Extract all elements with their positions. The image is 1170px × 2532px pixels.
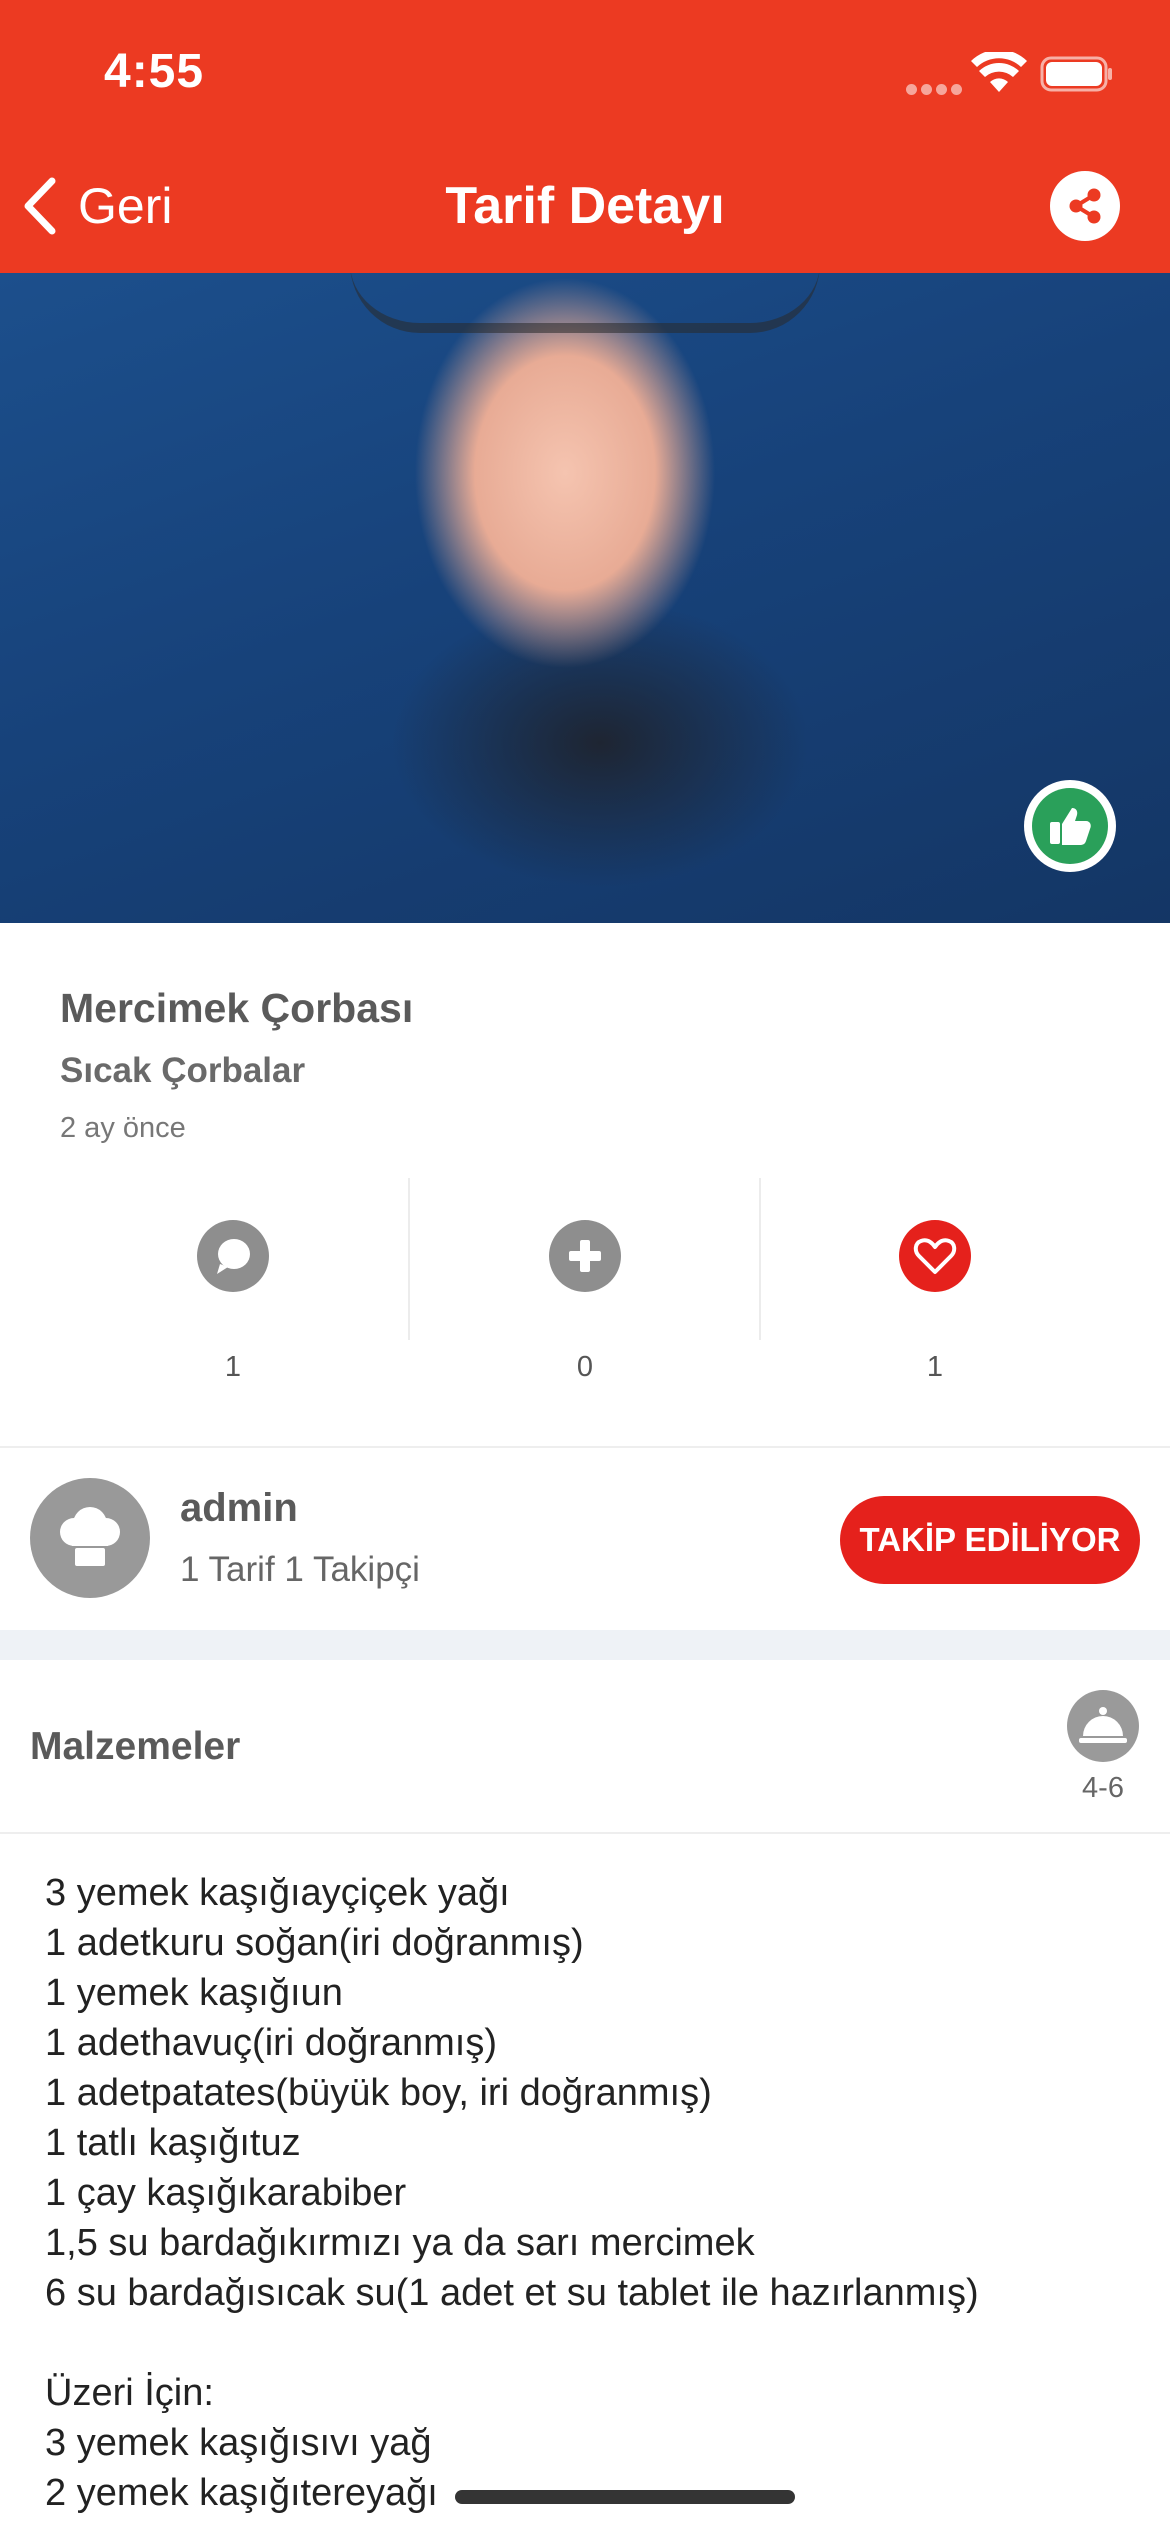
chef-hat-icon — [60, 1507, 120, 1566]
top-bar: 4:55 Geri Tarif Detayı — [0, 0, 1170, 273]
cellular-signal-icon — [906, 82, 966, 100]
ingredient-line: 1,5 su bardağıkırmızı ya da sarı mercime… — [45, 2222, 755, 2264]
ingredient-section-heading: Üzeri İçin: — [45, 2372, 214, 2414]
page-title: Tarif Detayı — [445, 177, 725, 235]
add-button[interactable] — [549, 1220, 621, 1292]
ingredient-line: 1 yemek kaşığıun — [45, 1972, 343, 2014]
stat-divider — [759, 1178, 761, 1340]
comment-icon — [217, 1239, 250, 1274]
ingredient-line: 1 adethavuç(iri doğranmış) — [45, 2022, 497, 2064]
following-button[interactable]: TAKİP EDİLİYOR — [840, 1496, 1140, 1584]
ingredient-line: 1 çay kaşığıkarabiber — [45, 2172, 407, 2214]
comments-count: 1 — [224, 1351, 242, 1383]
adds-count: 0 — [576, 1351, 594, 1383]
ingredient-line: 1 adetkuru soğan(iri doğranmış) — [45, 1922, 584, 1964]
recipe-title: Mercimek Çorbası — [60, 985, 414, 1031]
serving-cloche-icon — [1067, 1690, 1139, 1762]
author-name[interactable]: admin — [180, 1486, 298, 1531]
section-divider — [0, 1446, 1170, 1448]
likes-stat[interactable]: 1 — [760, 1178, 1110, 1383]
recipe-time-ago: 2 ay önce — [60, 1112, 186, 1144]
plus-icon — [569, 1240, 601, 1272]
approved-badge — [1024, 780, 1116, 872]
share-button[interactable] — [1050, 171, 1120, 241]
ingredient-line: 1 adetpatates(büyük boy, iri doğranmış) — [45, 2072, 712, 2114]
ingredients-title: Malzemeler — [30, 1725, 241, 1768]
comments-stat[interactable]: 1 — [58, 1178, 408, 1383]
comment-button[interactable] — [197, 1220, 269, 1292]
wifi-icon — [971, 52, 1027, 92]
heart-icon — [913, 1238, 957, 1274]
home-indicator[interactable] — [455, 2490, 795, 2504]
like-button[interactable] — [899, 1220, 971, 1292]
ingredient-line: 3 yemek kaşığıayçiçek yağı — [45, 1872, 510, 1914]
ingredient-line: 1 tatlı kaşığıtuz — [45, 2122, 301, 2164]
author-avatar[interactable] — [30, 1478, 150, 1598]
servings-count: 4-6 — [1082, 1772, 1124, 1804]
recipe-stats: 1 0 1 — [0, 1178, 1170, 1383]
thumbs-up-icon — [1050, 808, 1091, 845]
ingredient-spacer — [45, 2318, 1145, 2368]
stat-divider — [408, 1178, 410, 1340]
likes-count: 1 — [926, 1351, 944, 1383]
section-divider — [0, 1832, 1170, 1834]
section-spacer — [0, 1630, 1170, 1660]
ingredients-list: 3 yemek kaşığıayçiçek yağı 1 adetkuru so… — [45, 1868, 1145, 2518]
ingredient-line: 6 su bardağısıcak su(1 adet et su tablet… — [45, 2272, 979, 2314]
recipe-photo — [0, 273, 1170, 923]
author-stats: 1 Tarif 1 Takipçi — [180, 1550, 420, 1589]
battery-icon — [1040, 56, 1112, 92]
add-to-list-stat[interactable]: 0 — [410, 1178, 760, 1383]
recipe-category[interactable]: Sıcak Çorbalar — [60, 1051, 305, 1091]
ingredient-line: 3 yemek kaşığısıvı yağ — [45, 2422, 432, 2464]
status-time: 4:55 — [104, 45, 205, 98]
share-icon — [1069, 188, 1101, 224]
